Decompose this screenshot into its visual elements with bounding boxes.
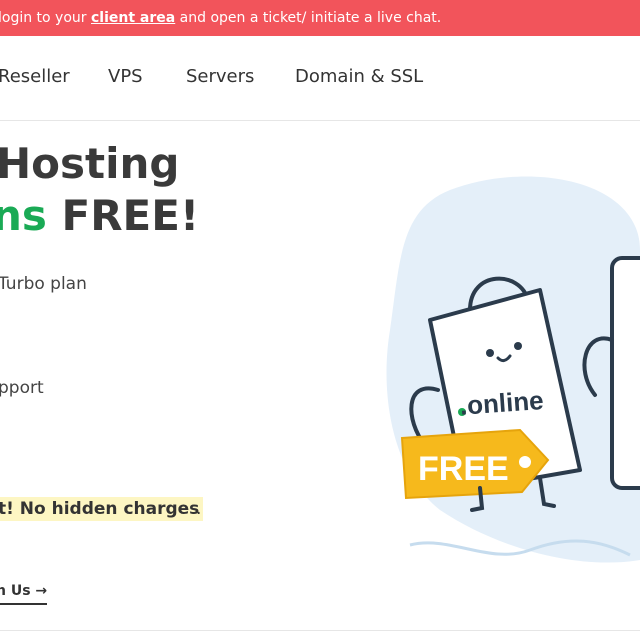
announcement-suffix: and open a ticket/ initiate a live chat. bbox=[175, 10, 442, 26]
bag-eye-left bbox=[486, 349, 494, 357]
tag-hole bbox=[519, 456, 531, 468]
feature-turbo-plan: Turbo plan bbox=[0, 274, 87, 294]
section-divider bbox=[0, 630, 640, 631]
feature-support: pport bbox=[0, 378, 44, 398]
nav-item-vps[interactable]: VPS bbox=[108, 66, 143, 87]
contact-cta-link[interactable]: h Us → bbox=[0, 583, 48, 605]
highlight-period: . bbox=[196, 499, 202, 519]
cta-label: h Us bbox=[0, 583, 31, 599]
free-domain-illustration: .online FREE bbox=[386, 176, 640, 563]
tag-label: FREE bbox=[418, 450, 509, 488]
arrow-right-icon: → bbox=[35, 583, 48, 599]
no-hidden-charges-highlight: t! No hidden charges bbox=[0, 497, 204, 521]
main-nav: Reseller VPS Servers Domain & SSL bbox=[0, 36, 640, 121]
hero-title-line1: Hosting bbox=[0, 139, 180, 188]
announcement-prefix: login to your bbox=[0, 10, 91, 26]
nav-item-domain-ssl[interactable]: Domain & SSL bbox=[295, 66, 423, 87]
domain-label: .online bbox=[459, 385, 545, 421]
nav-item-reseller[interactable]: Reseller bbox=[0, 66, 70, 87]
hero-title-rest: FREE! bbox=[46, 191, 200, 240]
hero-title-accent: ns bbox=[0, 191, 47, 240]
client-area-link[interactable]: client area bbox=[91, 10, 175, 26]
announcement-bar: login to your client area and open a tic… bbox=[0, 0, 640, 36]
bag-eye-right bbox=[514, 342, 522, 350]
nav-item-servers[interactable]: Servers bbox=[186, 66, 254, 87]
second-bag-shape bbox=[610, 256, 640, 490]
hero-title-line2: ns FREE! bbox=[0, 190, 199, 242]
